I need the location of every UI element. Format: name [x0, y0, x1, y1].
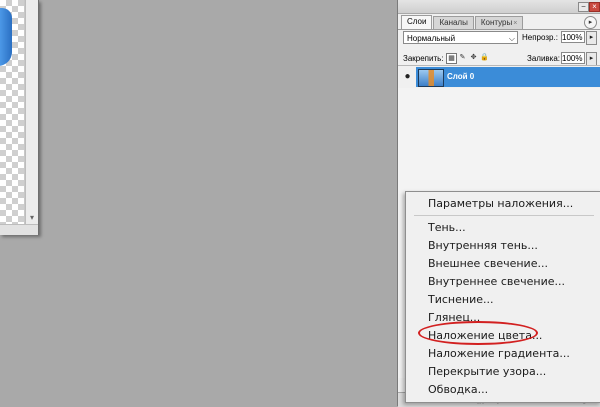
lock-label: Закрепить: — [403, 54, 444, 63]
menu-item-pattern-overlay[interactable]: Перекрытие узора... — [428, 365, 546, 379]
menu-item-stroke[interactable]: Обводка... — [428, 383, 488, 397]
fill-label: Заливка: — [527, 54, 561, 63]
tab-label: Слои — [407, 17, 427, 26]
scroll-down-arrow-icon[interactable]: ▾ — [26, 212, 38, 224]
menu-item-inner-glow[interactable]: Внутреннее свечение... — [428, 275, 565, 289]
menu-item-bevel-emboss[interactable]: Тиснение... — [428, 293, 493, 307]
menu-separator — [414, 215, 594, 216]
lock-all-icon[interactable]: 🔒 — [480, 53, 489, 62]
document-window[interactable]: ▾ — [0, 0, 39, 235]
tab-label: Каналы — [439, 18, 468, 27]
menu-item-gradient-overlay[interactable]: Наложение градиента... — [428, 347, 570, 361]
eye-visibility-icon[interactable]: ● — [401, 67, 414, 87]
menu-item-inner-shadow[interactable]: Внутренняя тень... — [428, 239, 538, 253]
menu-item-blending-options[interactable]: Параметры наложения... — [428, 197, 573, 211]
layer-thumbnail — [418, 69, 444, 87]
canvas-object-image — [0, 8, 12, 66]
chevron-down-icon: ⌵ — [508, 34, 515, 43]
tab-divider — [398, 29, 600, 30]
tab-label: Контуры — [480, 18, 513, 27]
red-highlight-ellipse — [418, 321, 538, 345]
opacity-label: Непрозр.: — [522, 33, 558, 42]
layer-row[interactable]: Слой 0 — [416, 67, 600, 87]
layer-name: Слой 0 — [447, 72, 475, 81]
transparent-canvas[interactable] — [0, 0, 24, 224]
lock-transparency-icon[interactable]: ▦ — [446, 53, 457, 64]
lock-move-icon[interactable]: ✥ — [469, 53, 478, 62]
fill-field[interactable]: 100% — [561, 52, 585, 64]
tab-layers[interactable]: Слои — [401, 15, 433, 29]
opacity-field[interactable]: 100% — [561, 31, 585, 43]
panel-titlebar[interactable]: − × — [398, 0, 600, 14]
opacity-slider-arrow-icon[interactable]: ▸ — [586, 31, 597, 45]
blend-mode-value: Нормальный — [407, 34, 456, 43]
tab-channels[interactable]: Каналы — [433, 16, 474, 29]
panel-separator — [398, 65, 600, 66]
lock-paint-brush-icon[interactable]: ✎ — [458, 53, 467, 62]
panel-menu-icon[interactable]: ▸ — [584, 16, 597, 29]
menu-item-outer-glow[interactable]: Внешнее свечение... — [428, 257, 548, 271]
layer-style-context-menu: Параметры наложения... Тень... Внутрення… — [405, 191, 600, 403]
document-vertical-scrollbar[interactable]: ▾ — [25, 0, 38, 224]
close-icon[interactable]: × — [589, 2, 600, 12]
fill-slider-arrow-icon[interactable]: ▸ — [586, 52, 597, 66]
panel-tabs: Слои Каналы Контуры× — [401, 15, 524, 29]
document-horizontal-scrollbar[interactable] — [0, 224, 38, 235]
tab-close-icon[interactable]: × — [513, 20, 517, 27]
minimize-icon[interactable]: − — [578, 2, 589, 12]
blend-mode-select[interactable]: Нормальный ⌵ — [403, 31, 518, 44]
menu-item-drop-shadow[interactable]: Тень... — [428, 221, 466, 235]
tab-paths[interactable]: Контуры× — [474, 16, 524, 29]
